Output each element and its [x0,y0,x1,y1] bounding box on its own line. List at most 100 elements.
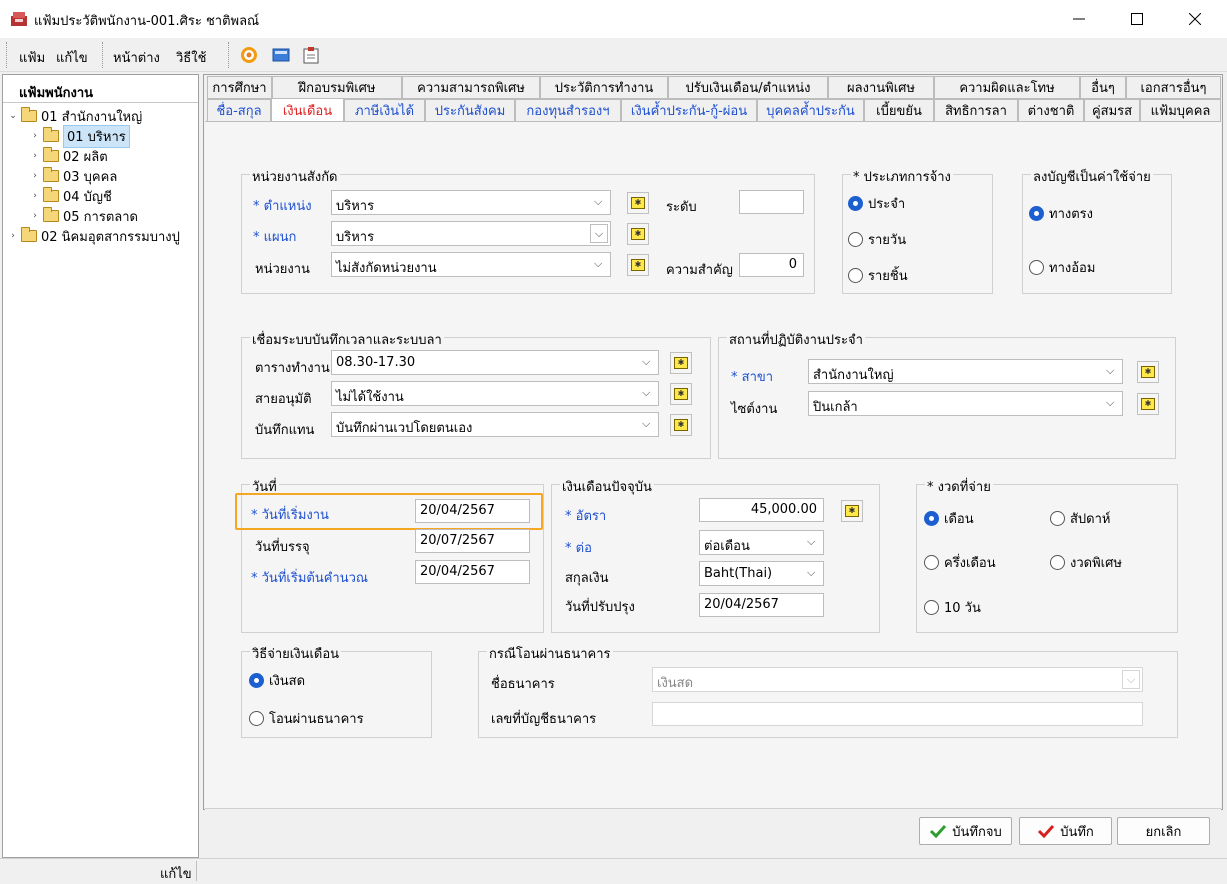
expand-icon[interactable]: › [29,171,41,181]
tab-name[interactable]: ชื่อ-สกุล [207,99,271,122]
updated-input[interactable]: 20/04/2567 [699,593,824,617]
tab-personal-file[interactable]: แฟ้มบุคคล [1140,99,1221,122]
importance-input[interactable]: 0 [739,253,804,277]
bank-account-input[interactable] [652,702,1143,726]
save-close-button[interactable]: บันทึกจบ [919,817,1012,845]
expand-icon[interactable]: › [7,231,19,241]
tab-other-docs[interactable]: เอกสารอื่นๆ [1126,76,1221,99]
minimize-icon[interactable] [1056,0,1102,38]
lookup-branch-button[interactable]: ✱ [1137,361,1159,383]
tab-social-security[interactable]: ประกันสังคม [425,99,515,122]
target-icon[interactable] [238,44,260,66]
lookup-site-button[interactable]: ✱ [1137,393,1159,415]
tab-spouse[interactable]: คู่สมรส [1084,99,1140,122]
lookup-dept-button[interactable]: ✱ [627,223,649,245]
tree-item-accounting[interactable]: › 04 บัญชี [7,186,197,206]
close-icon[interactable] [1172,0,1218,38]
site-value: ปินเกล้า [813,400,858,415]
lookup-rate-button[interactable]: ✱ [841,500,863,522]
employ-piece-radio[interactable]: รายชิ้น [848,265,908,286]
currency-value: Baht(Thai) [704,566,773,581]
position-select[interactable]: บริหาร ⌵ [331,190,611,215]
bank-name-select[interactable]: เงินสด ⌵ [652,667,1143,692]
chevron-down-icon[interactable]: ⌵ [590,224,608,243]
group-title: เชื่อมระบบบันทึกเวลาและระบบลา [250,329,444,350]
tab-guarantor[interactable]: บุคคลค้ำประกัน [757,99,864,122]
expand-icon[interactable]: › [29,211,41,221]
expense-indirect-radio[interactable]: ทางอ้อม [1029,257,1095,278]
tree-item-head-office[interactable]: ⌄ 01 สำนักงานใหญ่ [7,106,197,126]
save-button[interactable]: บันทึก [1019,817,1112,845]
tab-salary-adjust[interactable]: ปรับเงินเดือน/ตำแหน่ง [668,76,828,99]
status-bar: แก้ไข [0,858,1227,882]
employ-daily-radio[interactable]: รายวัน [848,229,906,250]
tab-special-work[interactable]: ผลงานพิเศษ [828,76,934,99]
tab-special-training[interactable]: ฝึกอบรมพิเศษ [272,76,402,99]
period-10-days-radio[interactable]: 10 วัน [924,597,981,618]
dept-select[interactable]: บริหาร ⌵ [331,221,611,246]
tab-offense[interactable]: ความผิดและโทษ [934,76,1080,99]
tab-leave-rights[interactable]: สิทธิการลา [934,99,1018,122]
expense-direct-radio[interactable]: ทางตรง [1029,203,1093,224]
cancel-button[interactable]: ยกเลิก [1117,817,1210,845]
menu-window[interactable]: หน้าต่าง [113,47,160,68]
fulltime-date-input[interactable]: 20/07/2567 [415,529,530,553]
period-month-radio[interactable]: เดือน [924,508,974,529]
salary-tab-content: หน่วยงานสังกัด * ตำแหน่ง บริหาร ⌵ ✱ ระดั… [205,121,1221,809]
schedule-select[interactable]: 08.30-17.30 ⌵ [331,350,659,375]
tree-item-hr[interactable]: › 03 บุคคล [7,166,197,186]
radio-dot [848,232,863,247]
collapse-icon[interactable]: ⌄ [7,111,19,121]
lookup-position-button[interactable]: ✱ [627,192,649,214]
currency-select[interactable]: Baht(Thai) ⌵ [699,561,824,586]
start-date-input[interactable]: 20/04/2567 [415,499,530,523]
radio-dot [1029,260,1044,275]
per-select[interactable]: ต่อเดือน ⌵ [699,530,824,555]
lookup-unit-button[interactable]: ✱ [627,254,649,276]
tab-foreigner[interactable]: ต่างชาติ [1018,99,1084,122]
level-input[interactable] [739,190,804,214]
period-half-month-radio[interactable]: ครึ่งเดือน [924,552,996,573]
expand-icon[interactable]: › [29,151,41,161]
record-label: บันทึกแทน [255,423,315,438]
expand-icon[interactable]: › [29,131,41,141]
tree-item-marketing[interactable]: › 05 การตลาด [7,206,197,226]
menu-file[interactable]: แฟ้ม [19,47,45,68]
branch-select[interactable]: สำนักงานใหญ่ ⌵ [808,359,1123,384]
approver-select[interactable]: ไม่ได้ใช้งาน ⌵ [331,381,659,406]
chevron-down-icon: ⌵ [594,257,603,270]
clipboard-icon[interactable] [300,44,322,66]
bank-name-value: เงินสด [657,676,694,691]
menu-help[interactable]: วิธีใช้ [176,47,206,68]
tab-special-skills[interactable]: ความสามารถพิเศษ [402,76,540,99]
tab-salary[interactable]: เงินเดือน [271,98,344,123]
lookup-approver-button[interactable]: ✱ [670,383,692,405]
menu-edit[interactable]: แก้ไข [56,47,88,68]
tree-item-admin[interactable]: › 01 บริหาร [7,124,197,148]
tab-income-tax[interactable]: ภาษีเงินได้ [344,99,425,122]
employ-permanent-radio[interactable]: ประจำ [848,193,905,214]
calculator-icon[interactable] [270,44,292,66]
tab-diligence[interactable]: เบี้ยขยัน [864,99,934,122]
record-select[interactable]: บันทึกผ่านเวปโดยตนเอง ⌵ [331,412,659,437]
tab-guarantee-loan[interactable]: เงินค้ำประกัน-กู้-ผ่อน [621,99,757,122]
period-special-radio[interactable]: งวดพิเศษ [1050,552,1122,573]
rate-input[interactable]: 45,000.00 [699,498,824,522]
expand-icon[interactable]: › [29,191,41,201]
tab-provident-fund[interactable]: กองทุนสำรองฯ [515,99,621,122]
tree-item-production[interactable]: › 02 ผลิต [7,146,197,166]
tab-work-history[interactable]: ประวัติการทำงาน [540,76,668,99]
tree-item-bangpoo[interactable]: › 02 นิคมอุตสากรรมบางปู [7,226,197,246]
site-select[interactable]: ปินเกล้า ⌵ [808,391,1123,416]
lookup-record-button[interactable]: ✱ [670,414,692,436]
maximize-icon[interactable] [1114,0,1160,38]
unit-select[interactable]: ไม่สังกัดหน่วยงาน ⌵ [331,252,611,277]
pay-bank-radio[interactable]: โอนผ่านธนาคาร [249,708,364,729]
period-week-radio[interactable]: สัปดาห์ [1050,508,1111,529]
pay-cash-radio[interactable]: เงินสด [249,670,305,691]
folder-icon [21,107,37,122]
lookup-schedule-button[interactable]: ✱ [670,352,692,374]
calc-date-input[interactable]: 20/04/2567 [415,560,530,584]
tab-education[interactable]: การศึกษา [207,76,272,99]
tab-others[interactable]: อื่นๆ [1080,76,1126,99]
